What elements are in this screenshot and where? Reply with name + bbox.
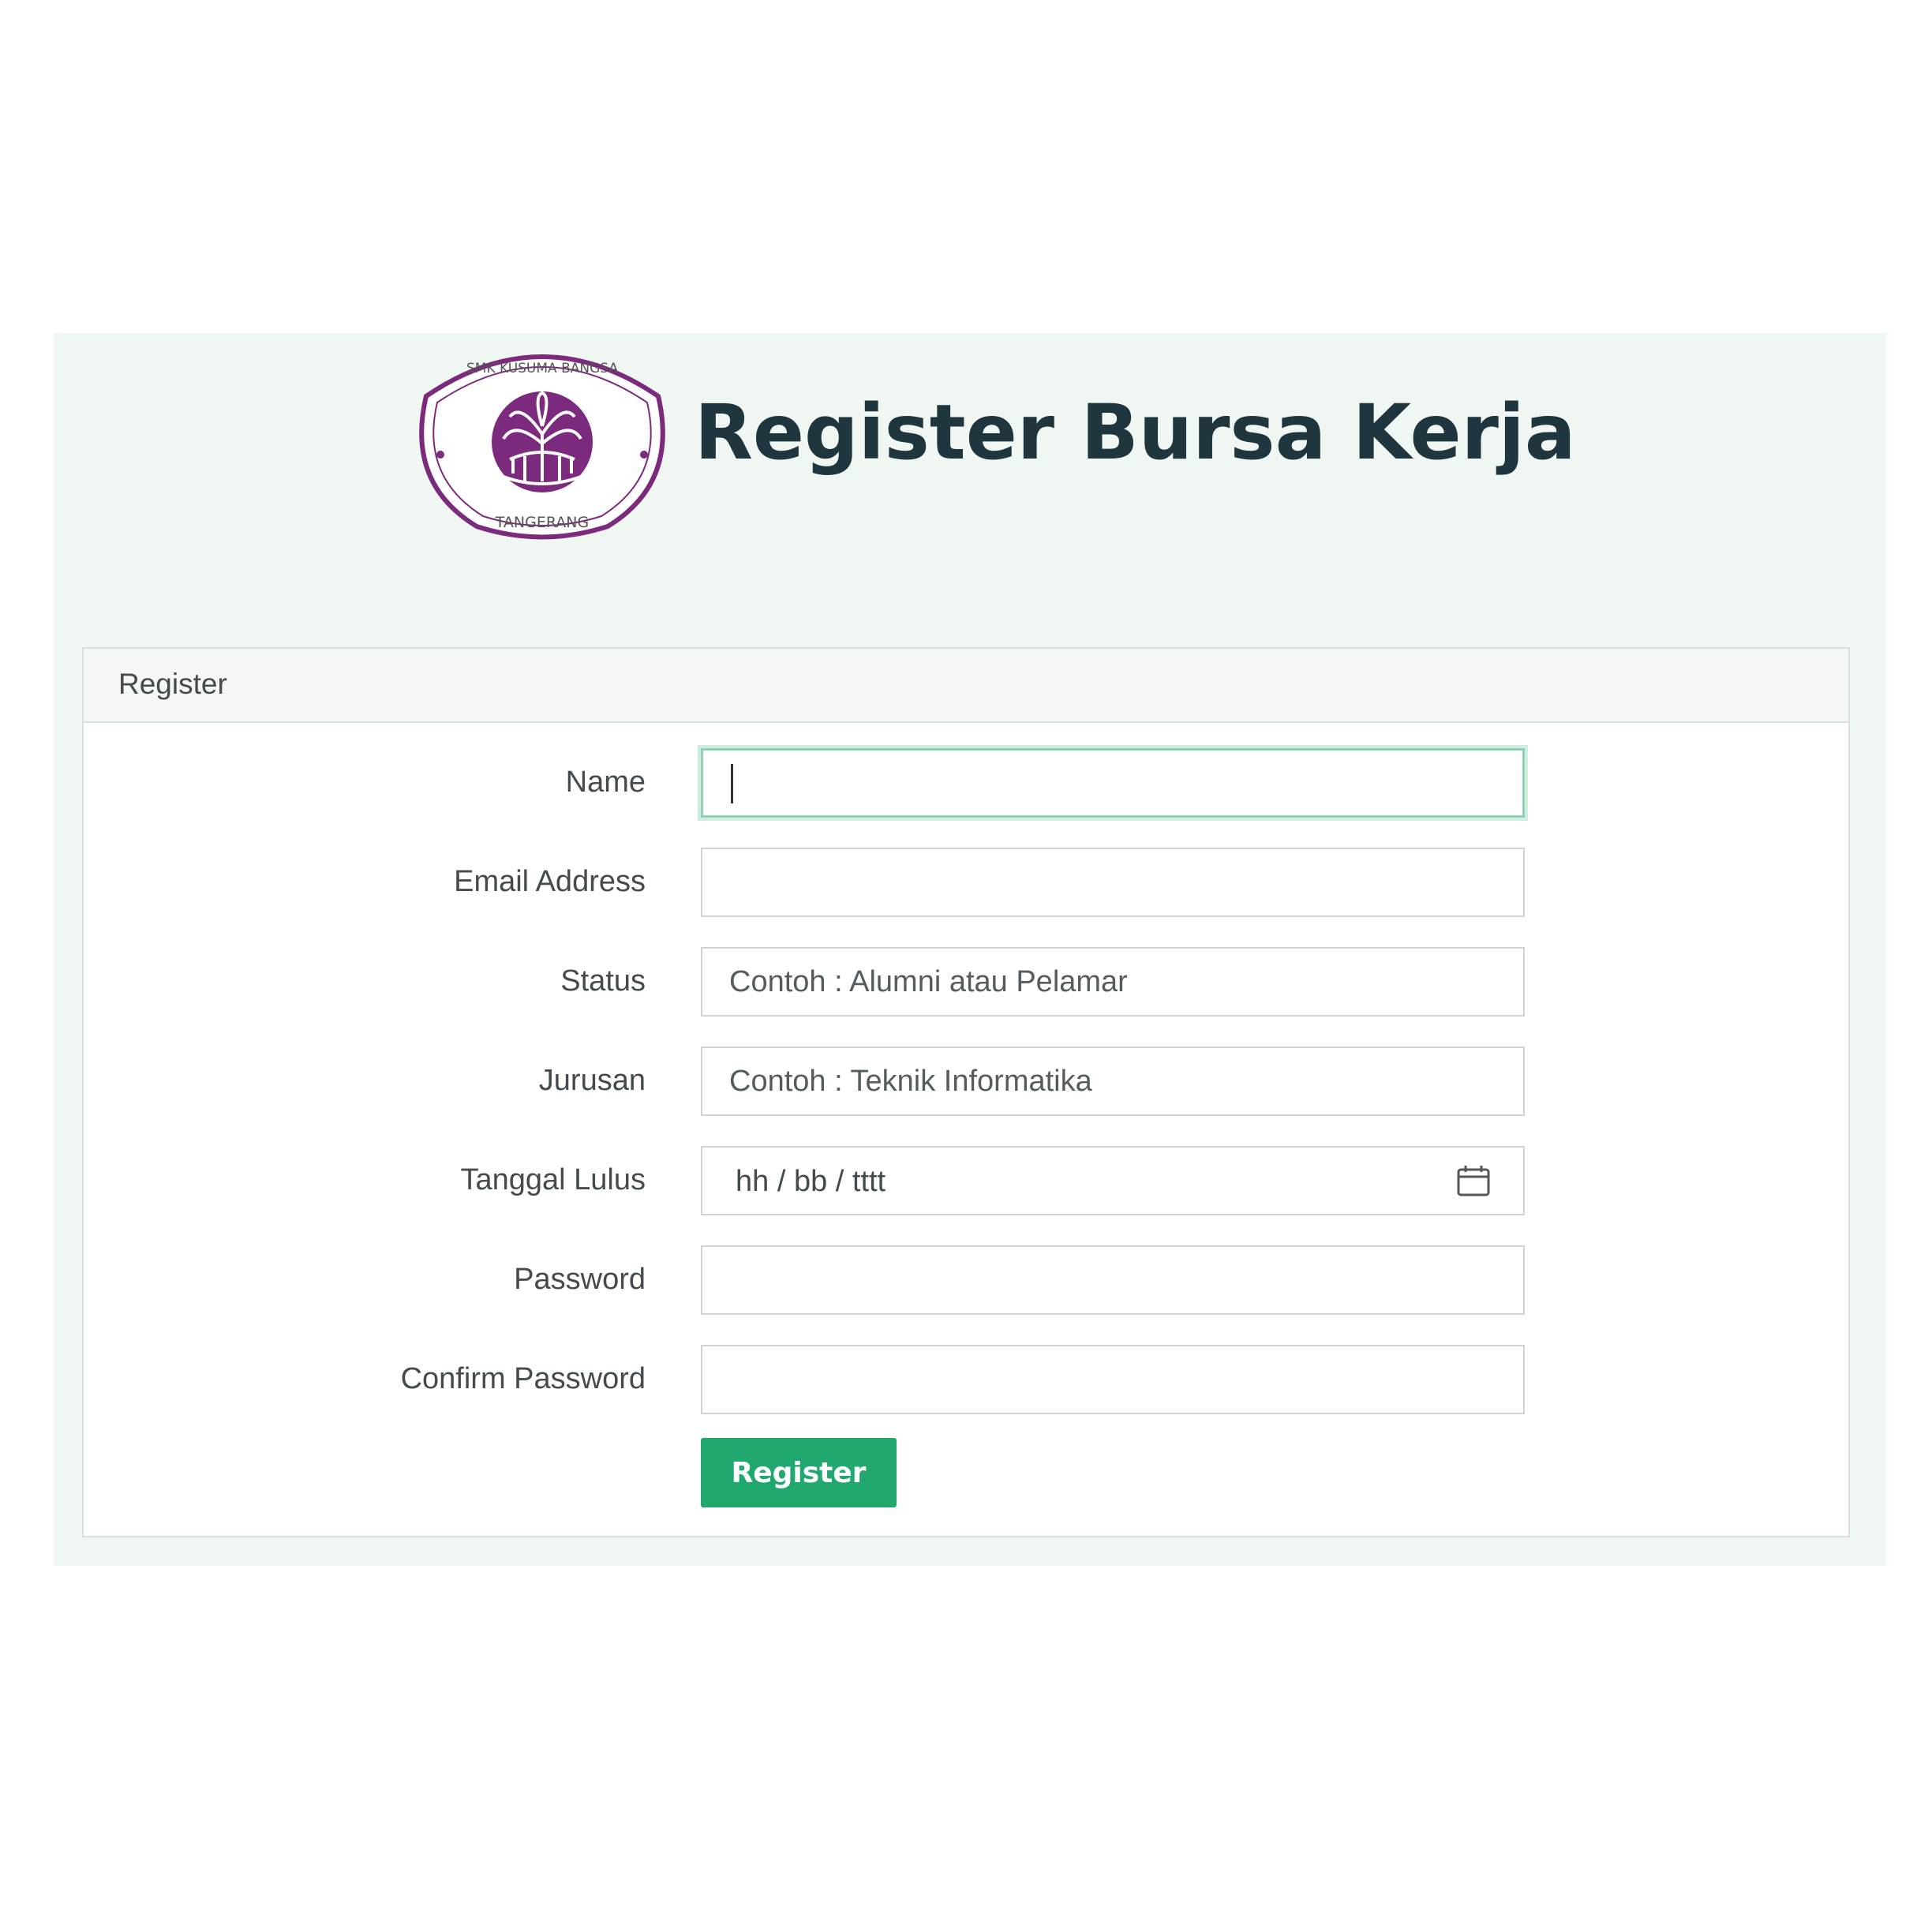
logo-bottom-text: TANGERANG (495, 514, 589, 531)
status-input[interactable] (701, 947, 1525, 1017)
email-label: Email Address (454, 865, 646, 898)
date-placeholder: hh / bb / tttt (736, 1165, 886, 1198)
page-panel: SMK KUSUMA BANGSA TANGERANG Register Bur… (54, 333, 1886, 1566)
calendar-icon[interactable] (1457, 1165, 1490, 1196)
form-row-jurusan: Jurusan (84, 1046, 1848, 1118)
form-row-tanggal-lulus: Tanggal Lulus hh / bb / tttt (84, 1146, 1848, 1217)
card-title: Register (118, 668, 227, 700)
tanggal-lulus-input[interactable]: hh / bb / tttt (701, 1146, 1525, 1215)
logo-top-text: SMK KUSUMA BANGSA (466, 361, 618, 376)
page-title: Register Bursa Kerja (695, 388, 1576, 477)
confirm-password-input[interactable] (701, 1345, 1525, 1414)
jurusan-label: Jurusan (538, 1064, 646, 1097)
password-input[interactable] (701, 1245, 1525, 1315)
name-input[interactable] (701, 748, 1525, 818)
form-row-status: Status (84, 947, 1848, 1018)
email-input[interactable] (701, 848, 1525, 917)
password-label: Password (514, 1263, 646, 1296)
school-logo: SMK KUSUMA BANGSA TANGERANG (419, 354, 665, 540)
text-caret (731, 764, 733, 803)
form-row-password: Password (84, 1245, 1848, 1316)
form-row-name: Name (84, 748, 1848, 819)
jurusan-input[interactable] (701, 1046, 1525, 1116)
register-card: Register Name Email Address Status Jurus… (82, 647, 1850, 1537)
tanggal-lulus-label: Tanggal Lulus (460, 1163, 646, 1196)
header: SMK KUSUMA BANGSA TANGERANG Register Bur… (54, 333, 1886, 649)
form-row-confirm-password: Confirm Password (84, 1345, 1848, 1416)
card-header: Register (84, 649, 1848, 723)
register-button[interactable]: Register (701, 1438, 897, 1507)
status-label: Status (560, 964, 646, 998)
form-row-email: Email Address (84, 848, 1848, 919)
confirm-password-label: Confirm Password (400, 1362, 646, 1395)
name-label: Name (565, 766, 646, 799)
